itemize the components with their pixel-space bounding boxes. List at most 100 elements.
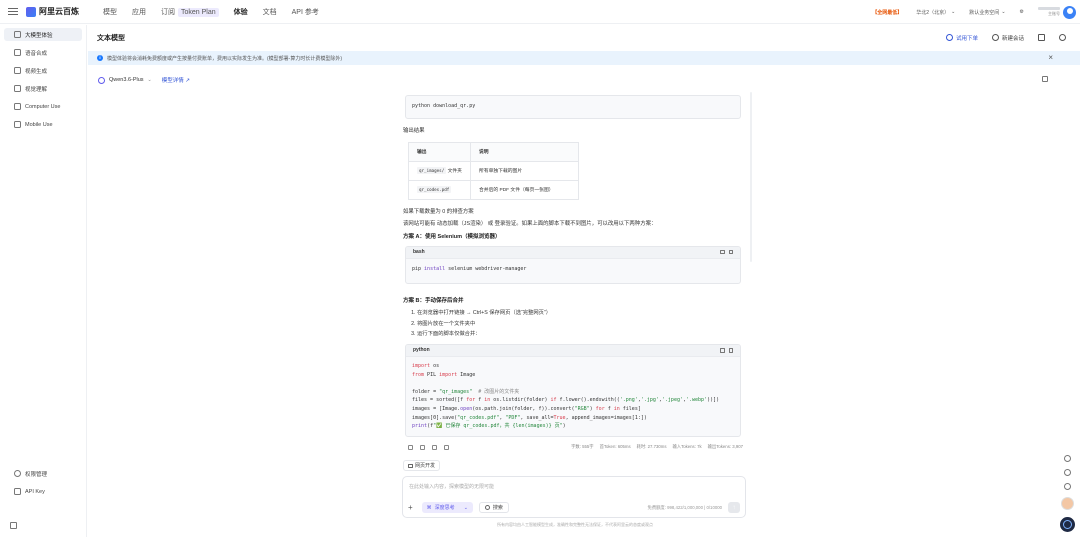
nav-models[interactable]: 模型 [103, 7, 117, 17]
list-item: 在浏览器中打开链接 → Ctrl+S 保存网页（选“完整网页”） [417, 308, 748, 319]
try-order-button[interactable]: 试用下单 [945, 34, 978, 42]
info-icon: i [97, 55, 103, 61]
sidebar-item-video[interactable]: 视频生成 [4, 64, 82, 77]
nav-api-ref[interactable]: API 参考 [292, 7, 319, 17]
deep-think-label: 深度思考 [434, 505, 455, 511]
quota-text: 免费额度: 998,422/1,000,000 | 0/10000 [647, 504, 722, 510]
brand-name: 阿里云百炼 [39, 7, 79, 16]
thumbs-down-icon[interactable] [432, 444, 437, 450]
download-icon[interactable] [720, 348, 725, 353]
ai-assistant-icon[interactable] [1059, 517, 1075, 532]
download-icon[interactable] [720, 249, 725, 255]
collapse-sidebar-icon[interactable] [10, 522, 17, 529]
search-toggle[interactable]: 搜索 [478, 502, 509, 513]
help-icon[interactable] [1063, 483, 1071, 490]
new-chat-label: 新建会话 [1001, 35, 1024, 42]
sidebar-item-llm[interactable]: 大模型体验 [4, 28, 82, 41]
key-icon [14, 488, 21, 495]
region-selector[interactable]: 华北2（北京） ⌄ [916, 9, 955, 16]
sidebar-item-permissions[interactable]: 权限管理 [4, 467, 82, 480]
workspace-selector[interactable]: 默认业务空间 ⌄ [969, 9, 1005, 16]
sidebar: 大模型体验 语音合成 视频生成 视觉理解 Computer Use Mobile… [0, 25, 87, 537]
monitor-icon [408, 463, 413, 468]
settings-icon[interactable]: ⚙ [1020, 9, 1024, 15]
web-dev-label: 网页开发 [415, 463, 436, 469]
copy-icon[interactable] [408, 444, 413, 450]
fullscreen-icon[interactable] [1038, 34, 1045, 41]
region-label: 华北2（北京） [916, 9, 950, 16]
nav-apps[interactable]: 应用 [132, 7, 146, 17]
sidebar-item-label: Computer Use [25, 103, 61, 110]
menu-icon[interactable] [8, 8, 18, 15]
new-chat-button[interactable]: 新建会话 [991, 34, 1024, 42]
table-cell: 所有单独下载的图片 [469, 160, 579, 181]
attach-plus-icon[interactable]: + [408, 503, 413, 512]
history-icon[interactable] [1059, 34, 1066, 41]
table-header-row: 输出 说明 [408, 141, 579, 162]
sidebar-item-computer-use[interactable]: Computer Use [4, 100, 82, 113]
top-bar: 阿里云百炼 模型 应用 订阅 Token Plan 体验 文档 API 参考 【全… [0, 0, 1080, 24]
qwen-icon [98, 76, 105, 84]
model-selector[interactable]: Qwen3.6-Plus [109, 77, 144, 83]
sidebar-item-mobile-use[interactable]: Mobile Use [4, 118, 82, 131]
sidebar-item-tts[interactable]: 语音合成 [4, 46, 82, 59]
image-icon [14, 85, 21, 92]
cart-icon [945, 34, 953, 41]
code-lang: bash [413, 249, 425, 256]
headset-icon[interactable] [1063, 469, 1071, 476]
chevron-down-icon[interactable]: ⌄ [148, 77, 152, 83]
workspace-label: 默认业务空间 [969, 9, 1000, 16]
top-nav: 模型 应用 订阅 Token Plan 体验 文档 API 参考 [103, 7, 319, 17]
stat-total-time: 耗时: 27.730ms [636, 444, 667, 449]
right-float-tools [1059, 455, 1075, 532]
send-button[interactable]: ↑ [728, 502, 740, 513]
sidebar-item-label: 大模型体验 [25, 32, 53, 39]
nav-subscribe[interactable]: 订阅 Token Plan [161, 7, 219, 17]
nav-subscribe-label: 订阅 [161, 8, 175, 16]
copy-icon[interactable] [728, 249, 733, 255]
nav-experience[interactable]: 体验 [234, 7, 248, 17]
table-row: qr_images/ 文件夹 所有单独下载的图片 [408, 160, 579, 181]
web-dev-button[interactable]: 网页开发 [403, 460, 441, 471]
model-detail-label: 模型详情 [161, 78, 184, 84]
code-block-bash: bash pip install selenium webdriver-mana… [405, 245, 741, 285]
sidebar-item-label: 语音合成 [25, 50, 48, 57]
top-right-tools: 【全网最低】 华北2（北京） ⌄ 默认业务空间 ⌄ ⚙ 主账号 [872, 0, 1080, 24]
user-role: 主账号 [1048, 11, 1060, 16]
plus-circle-icon [991, 34, 999, 41]
thumbs-up-icon[interactable] [420, 444, 425, 450]
phone-icon [14, 121, 21, 128]
output-table: 输出 说明 qr_images/ 文件夹 所有单独下载的图片 qr_codes.… [408, 141, 579, 200]
message-stats: 字数: 555字 首Token: 605ms 耗时: 27.730ms 输入To… [403, 441, 748, 453]
feedback-icon[interactable] [1063, 455, 1071, 462]
nav-docs[interactable]: 文档 [263, 7, 277, 17]
chat-input[interactable]: 在此处输入内容，探索模型的无限可能 + ⌘ 深度思考 ⌄ 搜索 免费额度: 998,… [402, 476, 746, 518]
sidebar-item-label: 视觉理解 [25, 86, 48, 93]
promo-link[interactable]: 【全网最低】 [872, 9, 902, 16]
disclaimer: 所有内容均由人工智能模型生成，准确性和完整性无法保证，不代表阿里云的态度或观点 [497, 522, 653, 527]
user-menu[interactable]: 主账号 [1038, 5, 1076, 19]
deep-think-toggle[interactable]: ⌘ 深度思考 ⌄ [421, 502, 473, 513]
share-icon[interactable] [444, 444, 449, 450]
brain-icon: ⌘ [426, 504, 432, 511]
inline-code: qr_images/ [417, 167, 447, 175]
chat-scrollbar[interactable] [750, 92, 752, 262]
sidebar-item-label: 视频生成 [25, 68, 48, 75]
brand-mark-icon [26, 6, 36, 17]
lock-icon[interactable] [1042, 76, 1048, 82]
close-icon[interactable]: × [1048, 54, 1053, 62]
model-detail-link[interactable]: 模型详情 ↗ [162, 76, 190, 84]
output-heading: 输出结果 [403, 127, 425, 134]
table-header: 说明 [469, 141, 579, 162]
video-icon [14, 67, 21, 74]
sidebar-item-vision[interactable]: 视觉理解 [4, 82, 82, 95]
plan-b-heading: 方案 B：手动保存后合并 [403, 298, 464, 305]
brand-logo[interactable]: 阿里云百炼 [26, 6, 79, 17]
page-header: 文本模型 试用下单 新建会话 [88, 25, 1080, 50]
stat-first-token: 首Token: 605ms [599, 444, 631, 449]
billing-notice: i 模型体验将会消耗免费额度或产生按量付费账单，费用以实际发生为准。(模型部署-… [88, 51, 1080, 65]
assistant-avatar[interactable] [1060, 497, 1074, 510]
model-row: Qwen3.6-Plus ⌄ 模型详情 ↗ [88, 73, 1080, 87]
copy-icon[interactable] [728, 348, 733, 353]
sidebar-item-api-key[interactable]: API Key [4, 485, 82, 498]
